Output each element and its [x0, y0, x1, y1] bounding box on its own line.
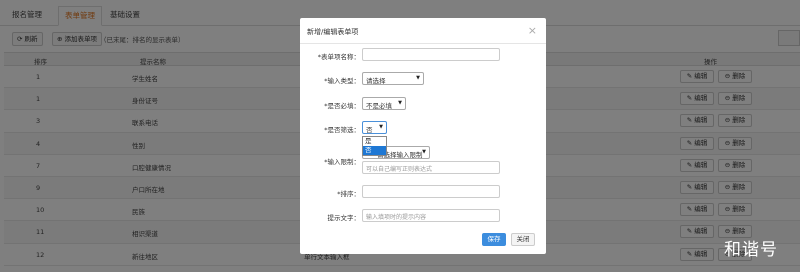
limit-regex-input[interactable]: 可以自己编写正则表达式	[362, 161, 500, 174]
required-label: *是否必填：	[324, 102, 360, 110]
hint-label: 提示文字：	[327, 214, 361, 222]
limit-label: *输入限制：	[324, 158, 360, 166]
filter-select[interactable]: 否 ▼	[362, 121, 387, 134]
type-select-value: 请选择	[366, 77, 386, 85]
modal-header: 新增/编辑表单项 ×	[300, 18, 546, 44]
sort-input[interactable]	[362, 185, 500, 198]
type-select[interactable]: 请选择 ▼	[362, 72, 424, 85]
type-label: *输入类型：	[324, 77, 360, 85]
required-select[interactable]: 不是必填 ▼	[362, 97, 406, 110]
close-button[interactable]: 关闭	[511, 233, 535, 246]
name-input[interactable]	[362, 48, 500, 61]
filter-label: *是否筛选：	[324, 126, 360, 134]
chevron-down-icon: ▼	[416, 75, 420, 81]
required-select-value: 不是必填	[366, 102, 392, 110]
chevron-down-icon: ▼	[422, 149, 426, 155]
chevron-down-icon: ▼	[379, 124, 383, 130]
filter-select-value: 否	[366, 126, 373, 134]
chevron-down-icon: ▼	[398, 100, 402, 106]
modal-title: 新增/编辑表单项	[307, 28, 359, 36]
sort-label: *排序：	[337, 190, 360, 198]
watermark-text: 和谐号	[724, 240, 778, 260]
filter-dropdown-list: 是 否	[362, 136, 387, 156]
save-button[interactable]: 保存	[482, 233, 506, 246]
close-icon[interactable]: ×	[528, 24, 537, 37]
dropdown-option-yes[interactable]: 是	[363, 137, 386, 146]
dropdown-option-no[interactable]: 否	[363, 146, 386, 155]
name-label: *表单项名称：	[317, 53, 360, 61]
form-item-modal: 新增/编辑表单项 × *表单项名称： *输入类型： 请选择 ▼ *是否必填： 不…	[300, 18, 546, 254]
hint-input[interactable]: 输入填项时的提示内容	[362, 209, 500, 222]
